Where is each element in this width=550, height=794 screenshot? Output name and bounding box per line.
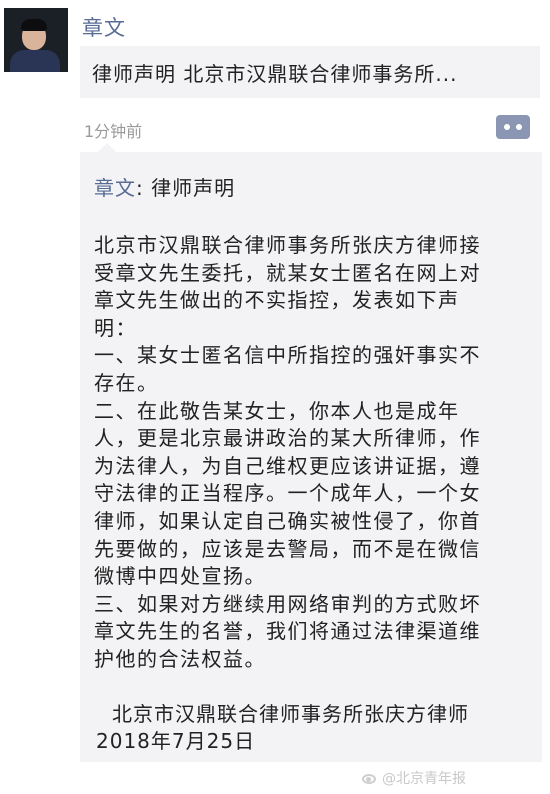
- statement-signature: 北京市汉鼎联合律师事务所张庆方律师 2018年7月25日: [96, 701, 469, 755]
- avatar-hair: [21, 19, 47, 31]
- watermark-text: @北京青年报: [382, 771, 466, 787]
- avatar-shirt: [10, 50, 60, 72]
- weibo-icon: [360, 771, 378, 785]
- comment-line: 章文先生的名誉，我们将通过法律渠道维: [94, 619, 481, 644]
- shared-article-card[interactable]: 律师声明 北京市汉鼎联合律师事务所...: [80, 46, 540, 98]
- comment-line: 存在。: [94, 370, 159, 395]
- more-dots-icon[interactable]: [496, 115, 530, 139]
- post-author-name[interactable]: 章文: [82, 12, 126, 42]
- moments-post: 章文 律师声明 北京市汉鼎联合律师事务所... 1分钟前 章文: 律师声明 北京…: [0, 0, 550, 794]
- signature-date: 2018年7月25日: [96, 729, 256, 753]
- comment-line: 受章文先生委托，就某女士匿名在网上对: [94, 260, 481, 285]
- comment-line: 三、如果对方继续用网络审判的方式败坏: [94, 591, 481, 616]
- avatar[interactable]: [4, 8, 68, 72]
- comment-line: 为法律人，为自己维权更应该讲证据，遵: [94, 453, 481, 478]
- comment-body: 北京市汉鼎联合律师事务所张庆方律师接 受章文先生委托，就某女士匿名在网上对 章文…: [94, 232, 524, 674]
- comment-line: 一、某女士匿名信中所指控的强奸事实不: [94, 343, 481, 368]
- comment-line: 明：: [94, 315, 137, 340]
- comment-line: 守法律的正当程序。一个成年人，一个女: [94, 481, 481, 506]
- comment-line: 章文先生做出的不实指控，发表如下声: [94, 288, 460, 313]
- comment-header[interactable]: 章文: 律师声明: [94, 172, 235, 201]
- comment-line: 人，更是北京最讲政治的某大所律师，作: [94, 426, 481, 451]
- shared-article-title: 律师声明 北京市汉鼎联合律师事务所...: [92, 61, 458, 86]
- dot: [516, 124, 522, 130]
- weibo-pupil: [366, 777, 371, 782]
- commenter-name[interactable]: 章文: [94, 176, 136, 200]
- comment-title: : 律师声明: [136, 176, 236, 200]
- post-timestamp: 1分钟前: [84, 122, 143, 141]
- watermark: @北京青年报: [360, 768, 466, 788]
- signature-org: 北京市汉鼎联合律师事务所张庆方律师: [112, 702, 469, 726]
- comment-line: 先要做的，应该是去警局，而不是在微信: [94, 536, 481, 561]
- comment-line: 北京市汉鼎联合律师事务所张庆方律师接: [94, 233, 481, 257]
- comment-line: 护他的合法权益。: [94, 646, 266, 671]
- dot: [504, 124, 510, 130]
- comment-line: 律师，如果认定自己确实被性侵了，你首: [94, 508, 481, 533]
- comment-line: 二、在此敬告某女士，你本人也是成年: [94, 398, 460, 423]
- comment-line: 微博中四处宣扬。: [94, 564, 266, 589]
- comment-section: 章文: 律师声明 北京市汉鼎联合律师事务所张庆方律师接 受章文先生委托，就某女士…: [80, 143, 542, 762]
- comment-pointer: [98, 143, 116, 152]
